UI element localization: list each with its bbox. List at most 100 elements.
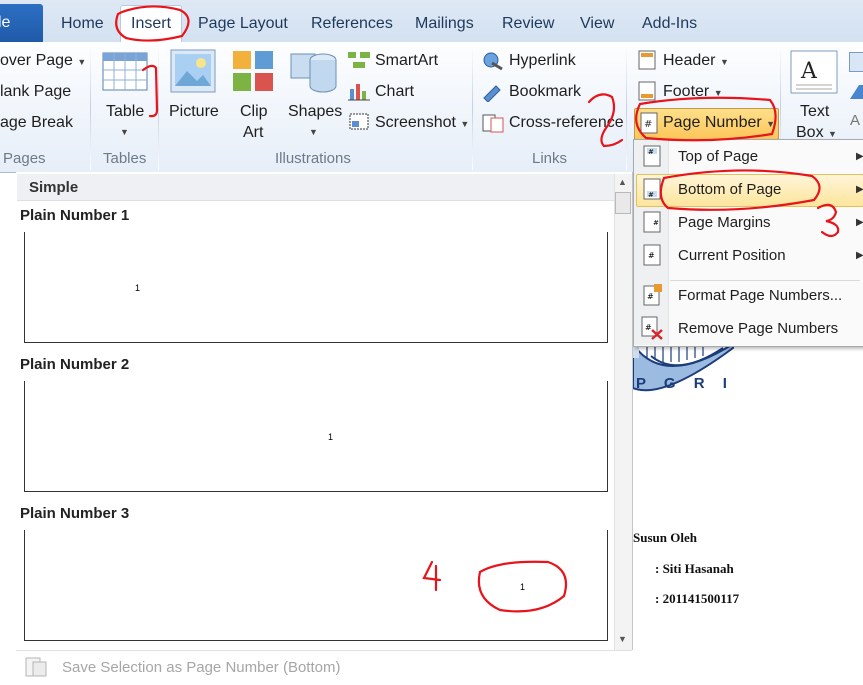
wordart-icon[interactable] (849, 84, 863, 100)
page-number-preview: 1 (328, 432, 334, 442)
menu-item-bottom-of-page[interactable]: Bottom of Page (678, 181, 781, 198)
picture-icon (170, 49, 216, 93)
header-button[interactable]: Header ▼ (663, 52, 729, 70)
svg-text:#: # (645, 323, 652, 332)
submenu-arrow-icon: ▶ (856, 217, 863, 228)
gallery-item-title: Plain Number 2 (20, 356, 130, 373)
tab-references[interactable]: References (311, 10, 393, 40)
save-selection-button[interactable]: Save Selection as Page Number (Bottom) (62, 659, 340, 676)
picture-button[interactable]: Picture (169, 103, 219, 121)
save-selection-icon (24, 656, 48, 678)
blank-page-button[interactable]: lank Page (0, 83, 71, 101)
format-page-numbers-icon: # (640, 283, 664, 307)
hyperlink-button[interactable]: Hyperlink (509, 52, 576, 70)
bookmark-button[interactable]: Bookmark (509, 83, 581, 101)
header-icon (637, 50, 657, 70)
remove-page-numbers-icon: # (640, 316, 664, 340)
menu-item-top-of-page[interactable]: Top of Page (678, 148, 758, 165)
submenu-arrow-icon: ▶ (856, 151, 863, 162)
gallery-scrollbar[interactable] (614, 174, 632, 650)
svg-text:#: # (648, 191, 654, 199)
svg-text:A: A (800, 59, 818, 84)
tab-review[interactable]: Review (502, 10, 554, 40)
group-separator (626, 46, 627, 170)
page-number-icon: # (639, 112, 659, 134)
page-number-label: Page Number ▼ (663, 114, 776, 131)
screenshot-icon (348, 112, 372, 132)
pgri-logo (632, 338, 743, 404)
menu-icon-strip (634, 140, 669, 345)
footer-button[interactable]: Footer ▼ (663, 83, 723, 101)
tab-view[interactable]: View (580, 10, 614, 40)
tab-home[interactable]: Home (61, 10, 104, 40)
chart-icon (348, 81, 370, 101)
gallery-item-plain-number-1[interactable]: 1 (24, 232, 608, 343)
page-number-preview: 1 (135, 283, 141, 293)
bottom-of-page-icon: # (642, 178, 662, 200)
tab-mailings[interactable]: Mailings (415, 10, 474, 40)
text-box-button[interactable]: Text (800, 103, 829, 121)
clip-art-icon (232, 50, 274, 92)
svg-text:#: # (653, 219, 659, 227)
gallery-section-header: Simple (17, 174, 614, 201)
smartart-icon (347, 50, 371, 70)
svg-text:#: # (647, 292, 654, 301)
page-break-button[interactable]: age Break (0, 114, 73, 132)
menu-item-remove-page-numbers[interactable]: Remove Page Numbers (678, 320, 838, 337)
doc-id-line: : 201141500117 (655, 591, 740, 606)
table-button[interactable]: Table (106, 103, 144, 121)
page-number-preview: 1 (520, 582, 526, 592)
tab-insert[interactable]: Insert (120, 5, 183, 42)
tab-add-ins[interactable]: Add-Ins (642, 10, 697, 40)
scroll-up-icon[interactable]: ▲ (618, 177, 627, 187)
menu-separator (670, 280, 860, 281)
cross-reference-button[interactable]: Cross-reference (509, 114, 624, 132)
smartart-button[interactable]: SmartArt (375, 52, 438, 70)
svg-text:#: # (648, 251, 655, 260)
tab-page-layout[interactable]: Page Layout (198, 10, 288, 40)
table-dropdown-icon[interactable]: ▼ (120, 127, 129, 137)
group-label-links: Links (532, 150, 568, 167)
submenu-arrow-icon: ▶ (856, 250, 863, 261)
tab-file[interactable]: le (0, 4, 43, 42)
cover-page-button[interactable]: over Page ▼ (0, 52, 86, 70)
drop-cap-icon[interactable]: A (850, 112, 860, 129)
hyperlink-icon (482, 51, 504, 71)
bookmark-icon (482, 82, 504, 103)
shapes-dropdown-icon[interactable]: ▼ (309, 127, 318, 137)
clip-art-button-line2[interactable]: Art (243, 124, 263, 142)
submenu-arrow-icon: ▶ (856, 184, 863, 195)
gallery-item-plain-number-2[interactable]: 1 (24, 381, 608, 492)
group-separator (472, 46, 473, 170)
doc-susun-oleh: Susun Oleh (633, 530, 697, 545)
screenshot-button[interactable]: Screenshot ▼ (375, 114, 469, 132)
group-label-pages: Pages (3, 150, 46, 167)
logo-text: P G R I (636, 375, 734, 392)
scroll-down-icon[interactable]: ▼ (618, 634, 627, 644)
doc-name-line: : Siti Hasanah (655, 561, 734, 576)
current-position-icon: # (642, 244, 662, 266)
shapes-icon (289, 48, 339, 94)
menu-item-current-position[interactable]: Current Position (678, 247, 786, 264)
group-separator (158, 46, 159, 170)
clip-art-button[interactable]: Clip (240, 103, 268, 121)
shapes-button[interactable]: Shapes (288, 103, 342, 121)
group-label-illustrations: Illustrations (275, 150, 351, 167)
table-icon (102, 52, 148, 92)
footer-icon (637, 81, 657, 101)
svg-text:#: # (644, 119, 652, 130)
group-separator (90, 46, 91, 170)
quick-parts-icon[interactable] (849, 52, 863, 72)
menu-item-format-page-numbers[interactable]: Format Page Numbers... (678, 287, 842, 304)
gallery-item-title: Plain Number 3 (20, 505, 130, 522)
menu-item-page-margins[interactable]: Page Margins (678, 214, 771, 231)
svg-text:#: # (648, 148, 654, 156)
chart-button[interactable]: Chart (375, 83, 414, 101)
top-of-page-icon: # (642, 145, 662, 167)
group-label-tables: Tables (103, 150, 147, 167)
gallery-item-title: Plain Number 1 (20, 207, 130, 224)
scrollbar-thumb[interactable] (615, 192, 631, 214)
cross-reference-icon (482, 112, 504, 134)
gallery-item-plain-number-3[interactable]: 1 (24, 530, 608, 641)
page-margins-icon: # (642, 211, 662, 233)
